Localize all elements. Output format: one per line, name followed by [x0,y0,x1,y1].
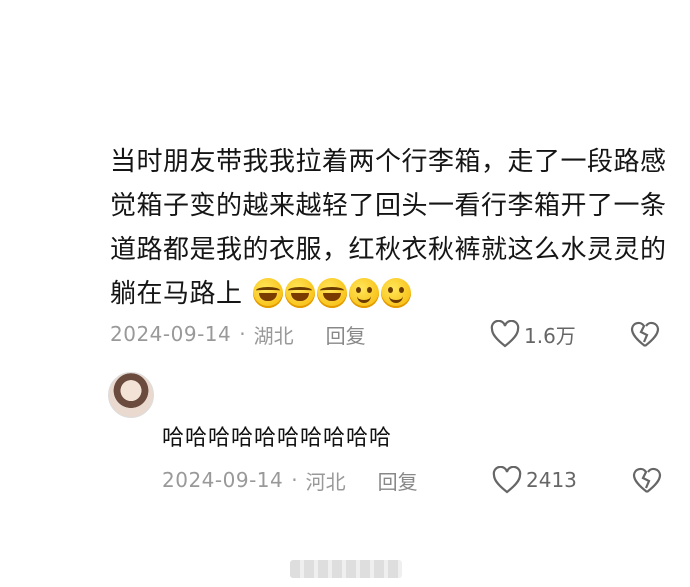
laughing-crying-emoji-icon [253,278,284,308]
emoji-row [253,278,412,308]
smiling-emoji-icon [381,278,412,308]
broken-heart-icon[interactable] [632,466,662,494]
smiling-emoji-icon [349,278,380,308]
comment-text: 当时朋友带我我拉着两个行李箱，走了一段路感觉箱子变的越来越轻了回头一看行李箱开了… [110,140,670,316]
avatar[interactable] [108,372,154,418]
comment-meta-row: 2024-09-14 · 湖北 回复 1.6万 [110,318,660,350]
reply-location: 河北 [305,469,346,494]
like-button[interactable]: 1.6万 [490,320,576,349]
laughing-crying-emoji-icon [285,278,316,308]
like-count: 1.6万 [524,323,576,348]
reply-meta-row: 2024-09-14 · 河北 回复 2413 [162,464,662,496]
reply-text: 哈哈哈哈哈哈哈哈哈哈 [162,426,393,451]
separator-dot: · [239,322,246,346]
broken-heart-icon[interactable] [630,320,660,348]
separator-dot: · [291,468,298,492]
heart-icon [490,320,520,348]
watermark [290,560,402,578]
like-count: 2413 [526,468,577,492]
like-button[interactable]: 2413 [492,466,577,494]
reply-date: 2024-09-14 [162,468,284,492]
heart-icon [492,466,522,494]
laughing-crying-emoji-icon [317,278,348,308]
comment-date: 2024-09-14 [110,322,232,346]
reply-button[interactable]: 回复 [378,466,418,495]
comment-location: 湖北 [253,323,294,348]
reply-button[interactable]: 回复 [326,320,366,349]
